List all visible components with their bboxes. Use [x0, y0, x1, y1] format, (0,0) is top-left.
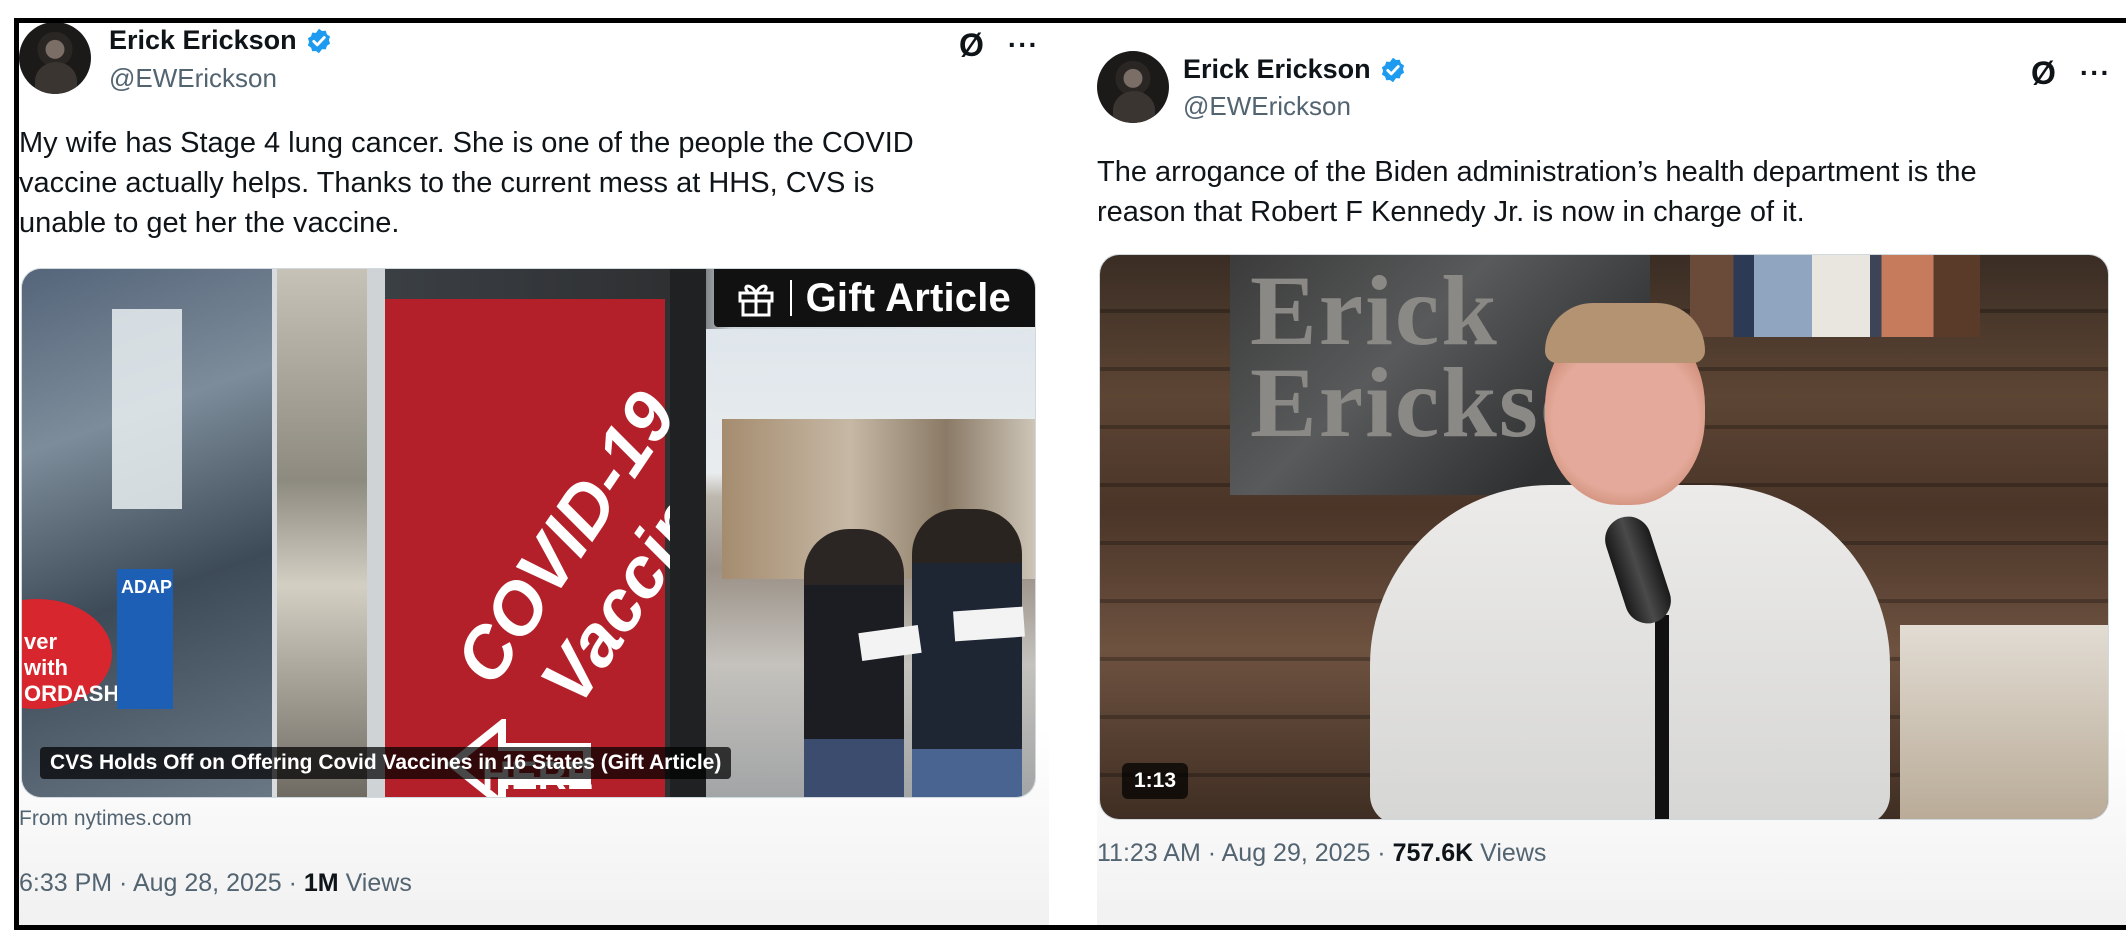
more-options-icon[interactable]: ··· [2080, 59, 2111, 87]
tweet-left[interactable]: Erick Erickson @EWErickson Ø ··· My wife… [19, 23, 1049, 925]
tweet-header-actions: Ø ··· [959, 29, 1039, 61]
window-poster [112, 309, 182, 509]
door-edge [670, 269, 706, 797]
author-name[interactable]: Erick Erickson [109, 25, 297, 56]
author-handle[interactable]: @EWErickson [1183, 91, 1351, 122]
views-label: Views [338, 869, 412, 897]
author-row: Erick Erickson [1183, 54, 1407, 85]
tweet-text-line: vaccine actually helps. Thanks to the cu… [19, 167, 875, 199]
grok-icon[interactable]: Ø [2031, 57, 2056, 89]
door-frame [367, 269, 385, 797]
verified-badge-icon [1381, 57, 1404, 82]
wall-sign-text: Erick Erickso [1250, 255, 1592, 458]
tweet-header-actions: Ø ··· [2031, 57, 2111, 89]
speaker-hair [1545, 303, 1705, 363]
store-shelf [277, 269, 367, 797]
mic-stand [1655, 615, 1669, 819]
grok-icon[interactable]: Ø [959, 29, 984, 61]
timestamp[interactable]: 11:23 AM · Aug 29, 2025 · [1097, 839, 1393, 867]
screenshot-frame: Erick Erickson @EWErickson Ø ··· My wife… [14, 18, 2126, 930]
tweet-text-line: My wife has Stage 4 lung cancer. She is … [19, 127, 914, 159]
tweet-right[interactable]: Erick Erickson @EWErickson Ø ··· The arr… [1097, 23, 2126, 925]
tweet-meta: 11:23 AM · Aug 29, 2025 · 757.6K Views [1097, 839, 1546, 868]
papers [953, 606, 1025, 642]
author-row: Erick Erickson [109, 25, 333, 56]
author-name[interactable]: Erick Erickson [1183, 54, 1371, 85]
bookshelf [1690, 255, 1980, 337]
pedestrian [912, 509, 1022, 797]
avatar[interactable] [1097, 51, 1169, 123]
avatar[interactable] [19, 23, 91, 94]
article-card-image[interactable]: ver with ORDASH ADAP COVID-19 Vaccine HE… [21, 268, 1036, 798]
badge-separator [789, 280, 792, 316]
link-source[interactable]: From nytimes.com [19, 807, 192, 831]
doordash-sign-text: ver with ORDASH [24, 629, 120, 706]
views-count: 1M [303, 869, 339, 897]
gift-article-badge[interactable]: Gift Article [713, 269, 1035, 327]
tweet-text: My wife has Stage 4 lung cancer. She is … [19, 123, 914, 243]
desk-papers [1900, 625, 2108, 819]
wall-sign-line: Erick [1250, 255, 1499, 366]
tweet-meta: 6:33 PM · Aug 28, 2025 · 1M Views [19, 869, 412, 898]
tweet-text-line: reason that Robert F Kennedy Jr. is now … [1097, 196, 1805, 228]
adap-sign: ADAP [117, 569, 173, 709]
more-options-icon[interactable]: ··· [1008, 31, 1039, 59]
verified-badge-icon [307, 28, 330, 53]
tweet-text: The arrogance of the Biden administratio… [1097, 152, 1977, 232]
wall-sign-line: Erickso [1250, 347, 1592, 458]
timestamp[interactable]: 6:33 PM · Aug 28, 2025 · [19, 869, 304, 897]
article-title-caption: CVS Holds Off on Offering Covid Vaccines… [40, 747, 732, 779]
author-handle[interactable]: @EWErickson [109, 63, 277, 94]
gift-article-label: Gift Article [805, 275, 1011, 320]
tweet-text-line: The arrogance of the Biden administratio… [1097, 156, 1977, 188]
pedestrian [804, 529, 904, 797]
tweet-text-line: unable to get her the vaccine. [19, 207, 400, 239]
gift-icon [738, 284, 774, 317]
views-label: Views [1473, 839, 1547, 867]
video-player[interactable]: Erick Erickso 1:13 [1099, 254, 2109, 820]
video-duration: 1:13 [1122, 763, 1189, 799]
views-count: 757.6K [1392, 839, 1474, 867]
